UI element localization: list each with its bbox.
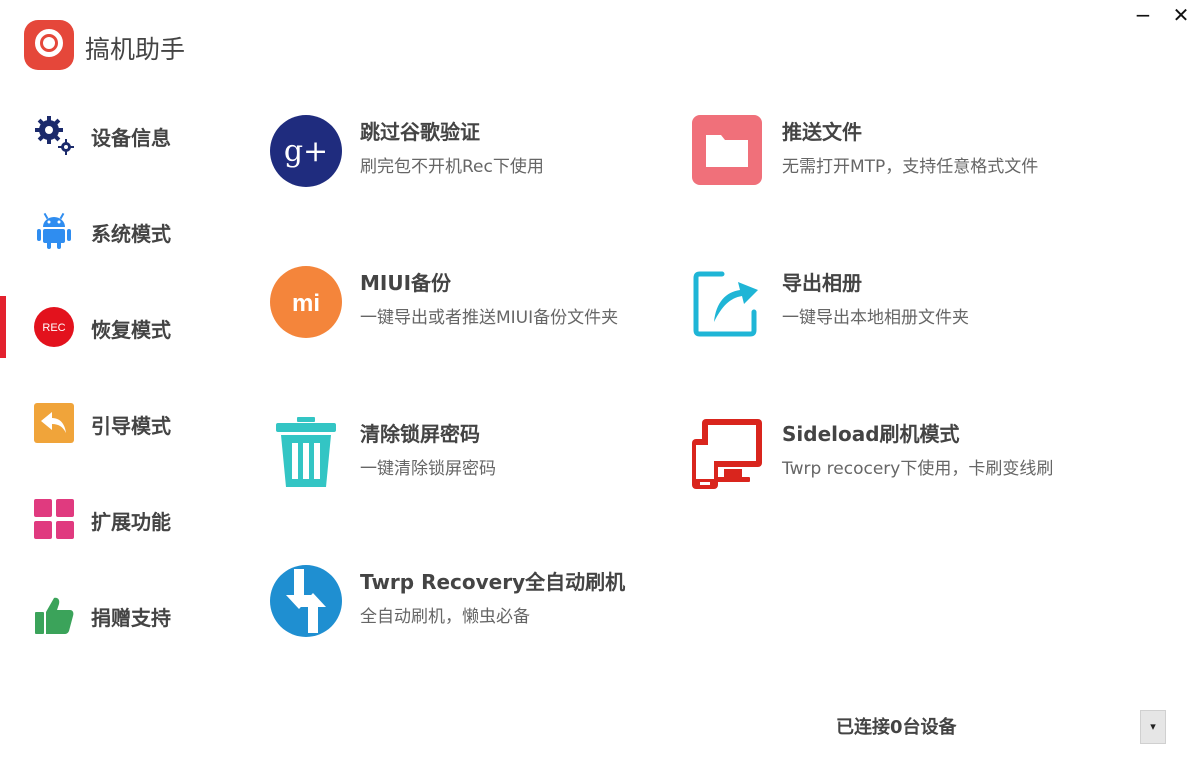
feature-title: Twrp Recovery全自动刷机 [360, 570, 626, 594]
trash-icon [276, 417, 336, 487]
feature-desc: 刷完包不开机Rec下使用 [360, 157, 544, 177]
feature-desc: 一键导出或者推送MIUI备份文件夹 [360, 308, 619, 328]
feature-title: 跳过谷歌验证 [360, 120, 480, 144]
google-plus-icon: g+ [270, 115, 342, 187]
minimize-button[interactable]: − [1130, 2, 1156, 28]
sidebar-item-donate[interactable]: 捐赠支持 [0, 580, 230, 650]
mi-icon-text: mi [292, 290, 320, 317]
back-arrow-icon [34, 403, 74, 443]
sidebar-item-device-info[interactable]: 设备信息 [0, 100, 230, 170]
feature-sideload[interactable]: Sideload刷机模式 Twrp recocery下使用，卡刷变线刷 [692, 417, 1072, 507]
app-logo-icon [24, 20, 74, 70]
feature-desc: 一键清除锁屏密码 [360, 459, 496, 479]
close-button[interactable]: ✕ [1168, 2, 1194, 28]
sidebar-item-label: 捐赠支持 [91, 606, 171, 630]
feature-clear-lock[interactable]: 清除锁屏密码 一键清除锁屏密码 [270, 417, 650, 507]
sidebar-item-boot-mode[interactable]: 引导模式 [0, 388, 230, 458]
feature-push-file[interactable]: 推送文件 无需打开MTP，支持任意格式文件 [692, 115, 1072, 205]
thumbs-up-icon [35, 597, 74, 634]
folder-icon [692, 115, 762, 185]
sidebar-item-label: 扩展功能 [91, 510, 171, 534]
feature-twrp-auto-flash[interactable]: Twrp Recovery全自动刷机 全自动刷机，懒虫必备 [270, 565, 650, 655]
sidebar-item-extensions[interactable]: 扩展功能 [0, 484, 230, 554]
device-dropdown-button[interactable]: ▾ [1140, 710, 1166, 744]
sidebar-item-recovery-mode[interactable]: REC 恢复模式 [0, 292, 230, 362]
sidebar-item-label: 引导模式 [91, 414, 171, 438]
sidebar-item-system-mode[interactable]: 系统模式 [0, 196, 230, 266]
google-plus-icon-text: g+ [284, 134, 328, 169]
feature-title: 推送文件 [782, 120, 862, 144]
mi-icon: mi [270, 266, 342, 338]
feature-title: 导出相册 [782, 271, 862, 295]
feature-skip-google[interactable]: g+ 跳过谷歌验证 刷完包不开机Rec下使用 [270, 115, 650, 205]
feature-desc: Twrp recocery下使用，卡刷变线刷 [782, 459, 1054, 479]
feature-desc: 一键导出本地相册文件夹 [782, 308, 969, 328]
app-title: 搞机助手 [85, 35, 186, 64]
gears-icon [35, 116, 74, 155]
rec-icon-text: REC [42, 322, 65, 334]
connection-status: 已连接0台设备 [836, 717, 957, 738]
feature-desc: 全自动刷机，懒虫必备 [360, 607, 530, 627]
android-icon [37, 212, 71, 249]
sidebar-item-label: 恢复模式 [91, 318, 171, 342]
feature-title: 清除锁屏密码 [360, 422, 480, 446]
feature-title: MIUI备份 [360, 271, 452, 295]
grid-icon [34, 499, 74, 539]
feature-export-album[interactable]: 导出相册 一键导出本地相册文件夹 [692, 266, 1072, 356]
rec-icon: REC [34, 307, 74, 347]
feature-miui-backup[interactable]: mi MIUI备份 一键导出或者推送MIUI备份文件夹 [270, 266, 650, 356]
twrp-icon [270, 565, 342, 637]
feature-title: Sideload刷机模式 [782, 422, 960, 446]
export-icon [693, 271, 758, 337]
sidebar-item-label: 设备信息 [91, 126, 171, 150]
devices-icon [692, 419, 762, 489]
sidebar-item-label: 系统模式 [91, 222, 171, 246]
feature-desc: 无需打开MTP，支持任意格式文件 [782, 157, 1039, 177]
